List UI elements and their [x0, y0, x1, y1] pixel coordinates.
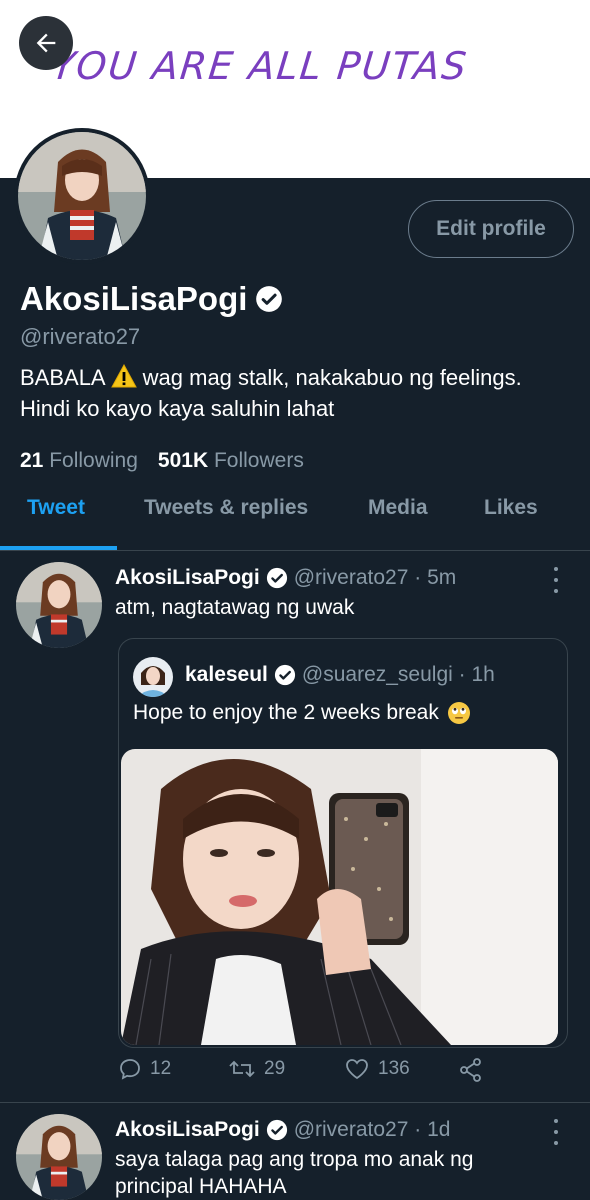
- quoted-tweet[interactable]: kaleseul @suarez_seulgi · 1h Hope to enj…: [118, 638, 568, 1048]
- quoted-tweet-avatar: [133, 657, 173, 697]
- following-link[interactable]: 21 Following: [20, 449, 138, 473]
- followers-count: 501K: [157, 449, 209, 472]
- more-options-icon[interactable]: [548, 567, 564, 593]
- quoted-avatar-image: [133, 657, 173, 697]
- tweet-avatar[interactable]: [16, 1114, 102, 1200]
- profile-avatar[interactable]: [14, 128, 150, 264]
- bio-text-start: BABALA: [20, 365, 105, 390]
- profile-bio: BABALA wag mag stalk, nakakabuo ng feeli…: [20, 362, 560, 424]
- reply-button[interactable]: 12: [118, 1057, 171, 1081]
- followers-label: Followers: [213, 449, 304, 472]
- profile-stats: 21 Following 501K Followers: [20, 449, 304, 473]
- banner-text: YOU ARE ALL PUTAS: [49, 44, 471, 88]
- tweet-author-name[interactable]: AkosiLisaPogi: [115, 1118, 260, 1142]
- tab-likes[interactable]: Likes: [484, 496, 538, 520]
- verified-badge-icon: [274, 664, 295, 686]
- quoted-tweet-header: kaleseul @suarez_seulgi · 1h: [185, 663, 495, 687]
- share-icon: [460, 1058, 481, 1082]
- tab-tweets[interactable]: Tweet: [27, 496, 85, 520]
- back-arrow-icon: [36, 33, 56, 53]
- tweet-text: atm, nagtatawag ng uwak: [115, 596, 355, 619]
- reply-icon: [120, 1059, 140, 1080]
- verified-badge-icon: [266, 1119, 287, 1141]
- quoted-author-name: kaleseul: [185, 663, 268, 686]
- tweet-header: AkosiLisaPogi @riverato27 · 5m: [115, 566, 456, 590]
- verified-badge-icon: [256, 286, 283, 312]
- edit-profile-button[interactable]: Edit profile: [408, 200, 574, 258]
- tweet-header: AkosiLisaPogi @riverato27 · 1d: [115, 1118, 450, 1142]
- reply-count: 12: [150, 1058, 172, 1079]
- retweet-button[interactable]: 29: [228, 1057, 285, 1081]
- share-button[interactable]: [458, 1057, 484, 1083]
- tweet-author-name[interactable]: AkosiLisaPogi: [115, 566, 260, 590]
- tweet-text: saya talaga pag ang tropa mo anak ng pri…: [115, 1148, 474, 1198]
- like-icon: [346, 1059, 368, 1080]
- profile-display-name: AkosiLisaPogi: [20, 280, 283, 318]
- tweet-actions: 12 29 136: [118, 1057, 558, 1087]
- profile-tabs: Tweet Tweets & replies Media Likes: [0, 480, 590, 550]
- tab-media[interactable]: Media: [368, 496, 428, 520]
- profile-handle: @riverato27: [20, 324, 141, 349]
- tweet-handle-time: @riverato27 · 5m: [293, 566, 457, 589]
- tweet-handle-time: @riverato27 · 1d: [293, 1118, 451, 1141]
- tweet-avatar-image: [16, 562, 102, 648]
- warning-emoji-icon: [110, 363, 137, 388]
- verified-badge-icon: [266, 567, 287, 589]
- followers-link[interactable]: 501K Followers: [158, 449, 304, 473]
- retweet-icon: [229, 1060, 255, 1078]
- tab-tweets-replies[interactable]: Tweets & replies: [144, 496, 308, 520]
- like-button[interactable]: 136: [344, 1057, 410, 1081]
- quoted-handle-time: @suarez_seulgi · 1h: [301, 663, 495, 686]
- retweet-count: 29: [264, 1058, 286, 1079]
- tweet-avatar[interactable]: [16, 562, 102, 648]
- following-label: Following: [49, 449, 138, 472]
- more-options-icon[interactable]: [548, 1119, 564, 1145]
- tweet-avatar-image: [16, 1114, 102, 1200]
- selfie-photo: [121, 749, 558, 1045]
- eye-roll-emoji-icon: [447, 702, 470, 724]
- tabs-divider: [0, 550, 590, 551]
- like-count: 136: [378, 1058, 410, 1079]
- following-count: 21: [20, 449, 44, 472]
- back-button[interactable]: [19, 16, 73, 70]
- quoted-tweet-text-row: Hope to enjoy the 2 weeks break: [133, 701, 471, 725]
- quoted-tweet-text: Hope to enjoy the 2 weeks break: [133, 701, 439, 724]
- avatar-image: [18, 132, 146, 260]
- tweet-divider: [0, 1102, 590, 1103]
- display-name-text: AkosiLisaPogi: [20, 280, 248, 317]
- quoted-tweet-photo[interactable]: [121, 749, 558, 1045]
